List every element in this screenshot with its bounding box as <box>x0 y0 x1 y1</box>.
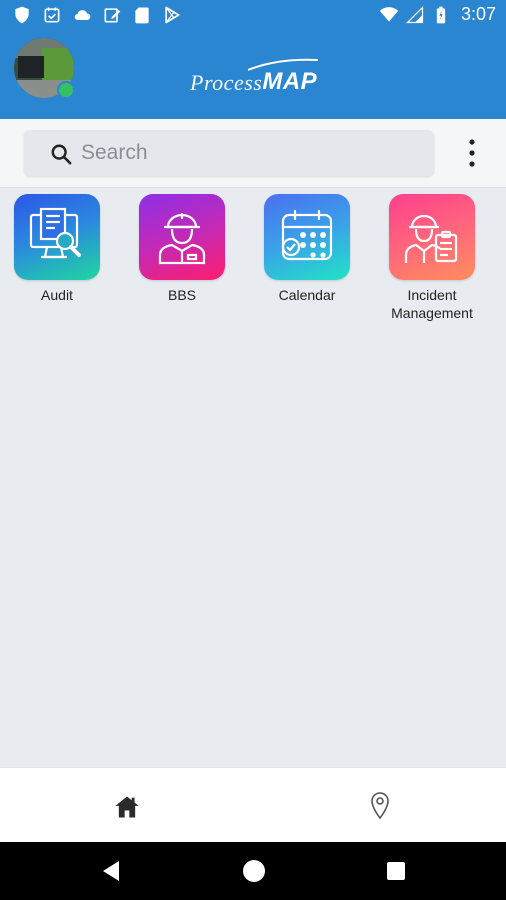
search-placeholder: Search <box>81 141 148 164</box>
bottom-navigation <box>0 767 506 842</box>
app-tile-incident-management[interactable]: Incident Management <box>377 194 487 322</box>
notification-icons <box>12 5 182 25</box>
search-input[interactable]: Search <box>24 130 434 176</box>
app-tile-bbs[interactable]: BBS <box>127 194 237 304</box>
back-button[interactable] <box>101 859 121 883</box>
signal-icon <box>405 5 424 23</box>
app-header: Process MAP <box>0 32 506 119</box>
system-navigation-bar <box>0 842 506 900</box>
home-icon[interactable] <box>113 793 141 821</box>
battery-icon <box>436 6 446 23</box>
logo-text-map: MAP <box>262 68 318 95</box>
cloud-icon <box>74 10 91 21</box>
incident-app-icon <box>389 194 475 280</box>
search-icon <box>51 144 72 165</box>
search-row: Search <box>0 119 506 188</box>
system-status: 3:07 <box>379 4 496 25</box>
app-label-management: Management <box>391 305 473 321</box>
wifi-icon <box>379 6 399 22</box>
app-label-calendar: Calendar <box>278 287 336 303</box>
calendar-icon <box>281 209 333 261</box>
edit-note-icon <box>104 8 121 23</box>
home-button[interactable] <box>243 860 265 882</box>
app-tile-audit[interactable]: Audit <box>2 194 112 304</box>
incident-worker-icon <box>404 214 458 263</box>
more-options-icon[interactable] <box>462 137 482 169</box>
sd-card-icon <box>135 7 149 24</box>
audit-app-icon <box>14 194 100 280</box>
status-bar: 3:07 <box>0 0 506 32</box>
calendar-app-icon <box>264 194 350 280</box>
recents-button[interactable] <box>387 862 405 880</box>
audit-icon <box>29 207 81 259</box>
app-tile-calendar[interactable]: Calendar <box>252 194 362 304</box>
app-label-audit: Audit <box>41 287 73 303</box>
worker-icon <box>158 213 206 265</box>
location-pin-icon[interactable] <box>368 791 392 821</box>
app-label-incident: Incident <box>407 287 457 303</box>
bbs-app-icon <box>139 194 225 280</box>
calendar-check-icon <box>44 7 60 23</box>
play-store-icon <box>165 6 180 24</box>
logo-text-process: Process <box>190 70 263 95</box>
online-status-indicator <box>57 81 75 99</box>
app-label-bbs: BBS <box>167 287 196 303</box>
shield-icon <box>15 6 29 24</box>
processmap-logo: Process MAP <box>190 56 318 96</box>
clock: 3:07 <box>460 4 496 24</box>
